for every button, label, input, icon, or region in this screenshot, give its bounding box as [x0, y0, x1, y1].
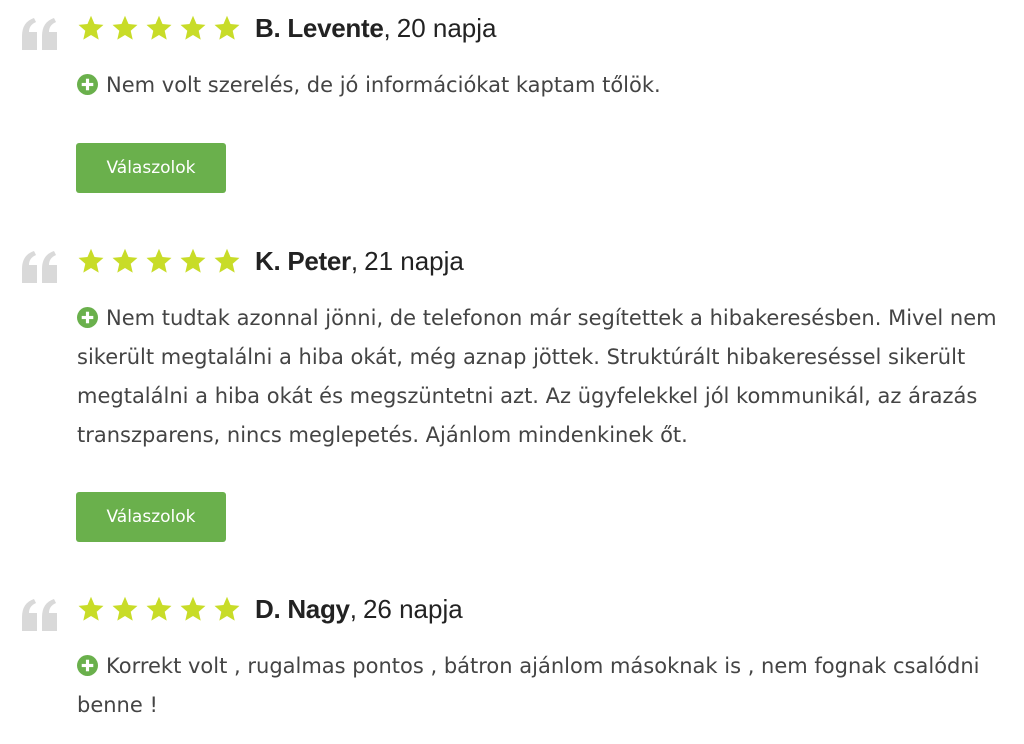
review-item: K. Peter, 21 napja Nem tudtak azonnal jön…: [0, 241, 1024, 546]
star-icon: [180, 248, 206, 273]
quote-icon: [22, 599, 57, 631]
star-rating: [77, 14, 247, 42]
header-separator: ,: [383, 12, 391, 43]
plus-circle-icon: [77, 655, 98, 676]
header-separator: ,: [350, 245, 359, 276]
star-icon: [112, 248, 138, 273]
quote-icon: [22, 18, 57, 50]
review-author: D. Nagy: [255, 593, 350, 624]
review-item: D. Nagy, 26 napja Korrekt volt , rugalmas…: [0, 589, 1024, 739]
star-icon: [214, 15, 240, 40]
star-icon: [146, 596, 172, 621]
review-header: K. Peter, 21 napja: [77, 241, 464, 281]
review-text: Korrekt volt , rugalmas pontos , bátron …: [77, 647, 1012, 725]
review-date: 21 napja: [364, 245, 464, 276]
review-author: B. Levente: [255, 12, 384, 43]
review-text-content: Nem tudtak azonnal jönni, de telefonon m…: [77, 306, 997, 447]
review-item: B. Levente, 20 napja Nem volt szerelés, d…: [0, 8, 1024, 198]
reply-button[interactable]: Válaszolok: [76, 492, 226, 542]
star-icon: [78, 596, 104, 621]
review-text: Nem tudtak azonnal jönni, de telefonon m…: [77, 299, 1012, 455]
header-separator: ,: [349, 593, 357, 624]
review-author: K. Peter: [255, 245, 351, 276]
star-icon: [78, 248, 104, 273]
review-text: Nem volt szerelés, de jó információkat k…: [77, 66, 1012, 105]
review-date: 26 napja: [362, 593, 463, 624]
star-icon: [180, 15, 206, 40]
review-date: 20 napja: [396, 12, 497, 43]
star-icon: [214, 248, 240, 273]
star-icon: [180, 596, 206, 621]
star-icon: [112, 15, 138, 40]
reply-button[interactable]: Válaszolok: [76, 143, 226, 193]
review-header: D. Nagy, 26 napja: [77, 589, 463, 629]
star-rating: [77, 595, 247, 623]
star-icon: [146, 248, 172, 273]
plus-circle-icon: [77, 307, 98, 328]
star-icon: [146, 15, 172, 40]
review-text-content: Korrekt volt , rugalmas pontos , bátron …: [77, 654, 980, 717]
star-rating: [77, 247, 247, 275]
star-icon: [112, 596, 138, 621]
review-text-content: Nem volt szerelés, de jó információkat k…: [106, 73, 661, 97]
plus-circle-icon: [77, 74, 98, 95]
star-icon: [214, 596, 240, 621]
review-header: B. Levente, 20 napja: [77, 8, 497, 48]
quote-icon: [22, 251, 57, 283]
star-icon: [78, 15, 104, 40]
